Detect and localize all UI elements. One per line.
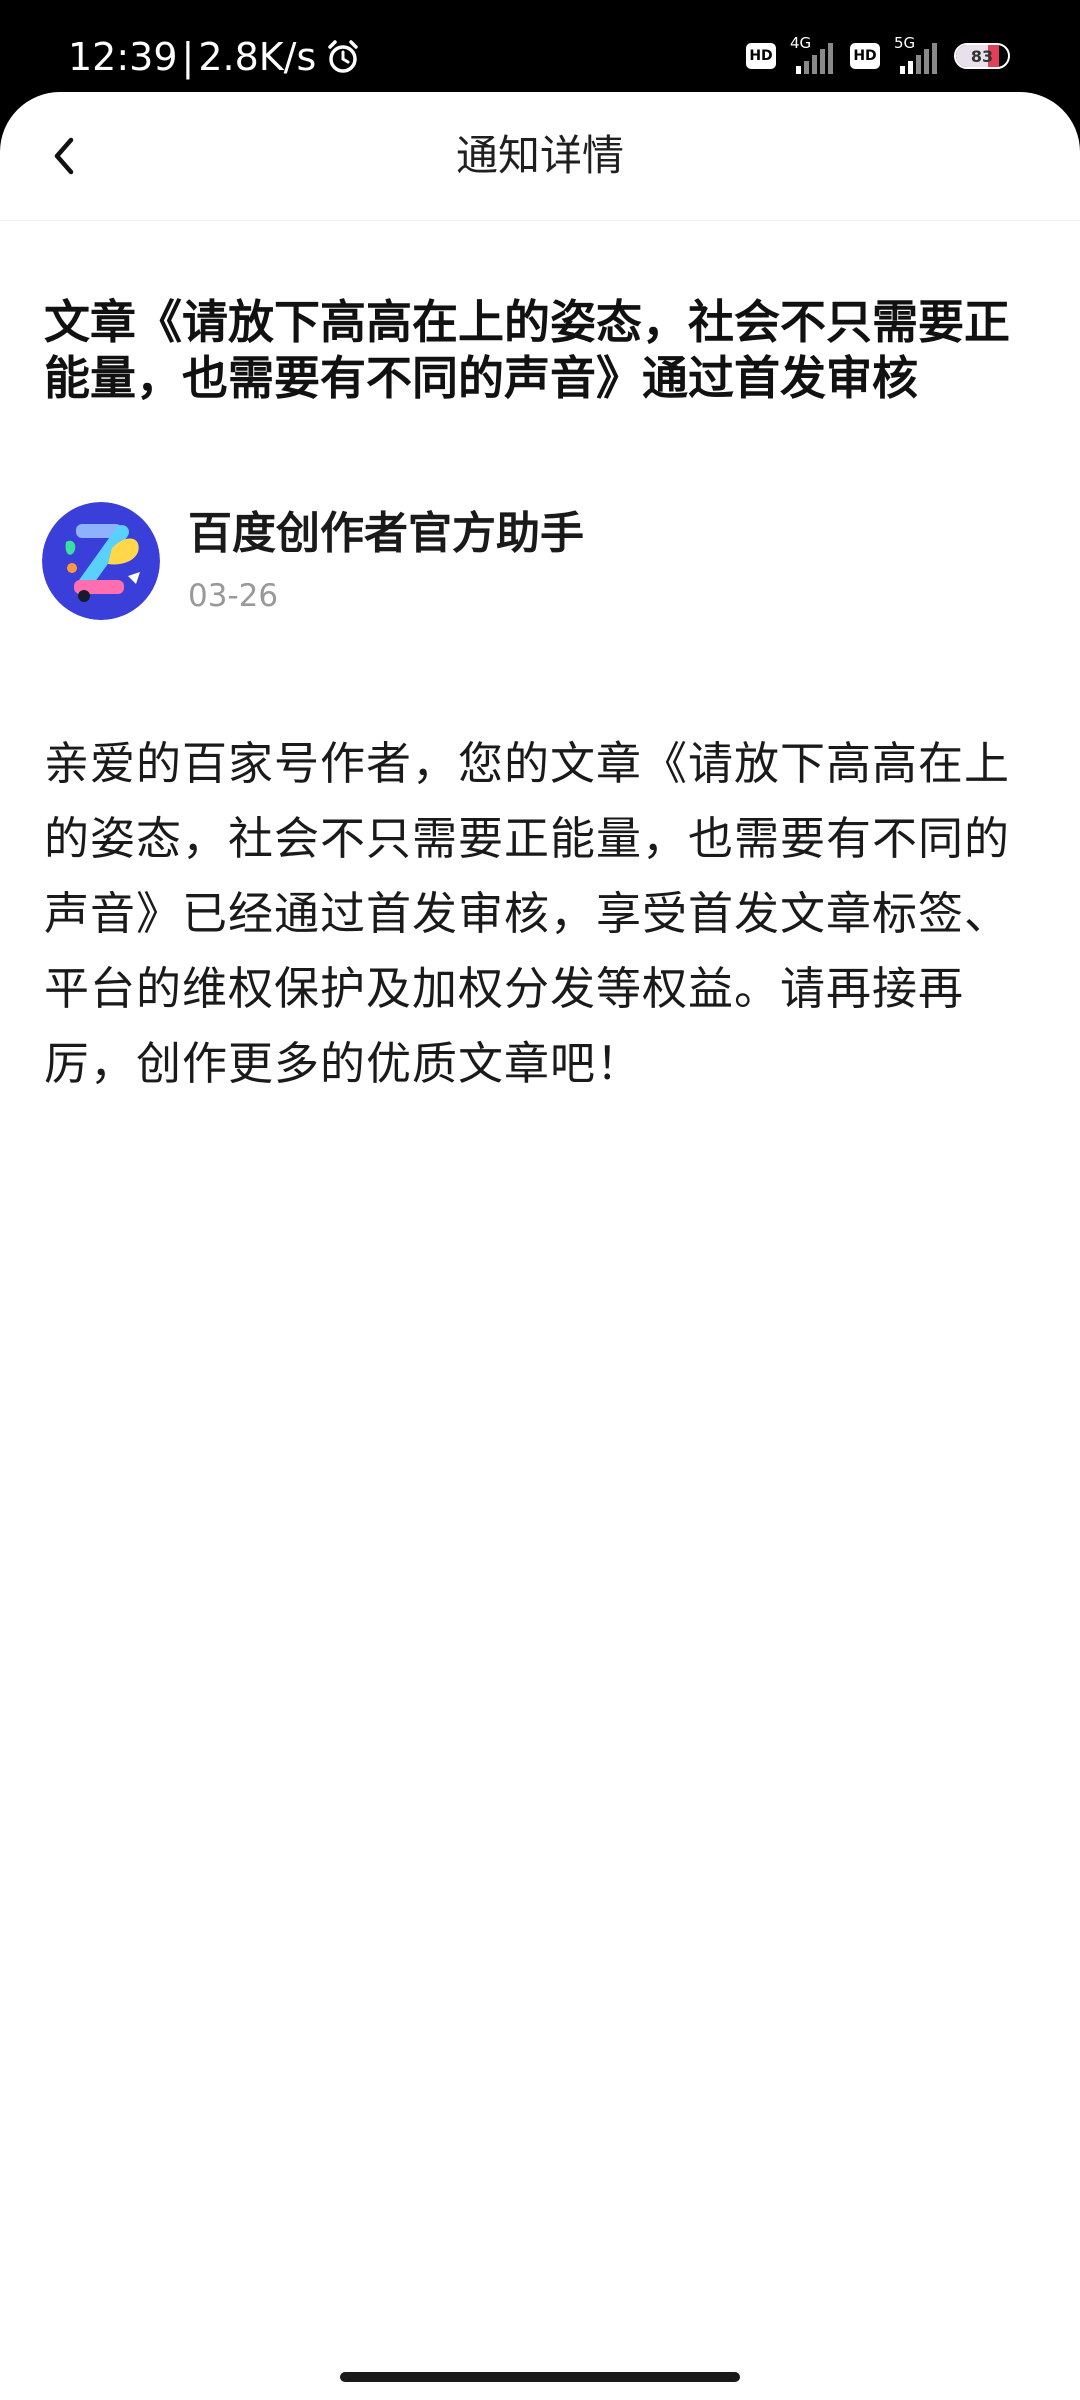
status-left: 12:39 | 2.8K/s — [68, 30, 362, 84]
hd-badge-sim1: HD — [746, 43, 776, 69]
signal-sim2: 5G — [894, 34, 940, 76]
notification-title: 文章《请放下高高在上的姿态，社会不只需要正能量，也需要有不同的声音》通过首发审核 — [44, 295, 1010, 405]
status-bar: 12:39 | 2.8K/s HD 4G HD 5G 83 — [0, 0, 1080, 92]
author-section: 百度创作者官方助手 03-26 — [42, 502, 584, 620]
status-time: 12:39 — [68, 35, 178, 79]
signal-bars-icon — [796, 43, 833, 74]
author-name: 百度创作者官方助手 — [188, 508, 584, 559]
signal-bars-icon — [900, 43, 937, 74]
post-date: 03-26 — [188, 578, 279, 614]
page-title: 通知详情 — [455, 131, 624, 180]
avatar[interactable] — [42, 502, 160, 620]
nav-bar: 通知详情 — [0, 92, 1080, 221]
signal-sim1: 4G — [790, 34, 836, 76]
notification-detail-page: 通知详情 文章《请放下高高在上的姿态，社会不只需要正能量，也需要有不同的声音》通… — [0, 92, 1080, 2400]
author-info: 百度创作者官方助手 03-26 — [188, 504, 584, 618]
hd-badge-sim2: HD — [850, 43, 880, 69]
status-right: HD 4G HD 5G 83 — [746, 34, 1010, 76]
notification-body: 亲爱的百家号作者，您的文章《请放下高高在上的姿态，社会不只需要正能量，也需要有不… — [44, 737, 1011, 1090]
status-separator: | — [181, 35, 195, 79]
status-net-speed: 2.8K/s — [198, 35, 317, 79]
screen: 12:39 | 2.8K/s HD 4G HD 5G 83 通知详情 文章《请放… — [0, 0, 1080, 2400]
alarm-icon — [328, 40, 359, 73]
battery-level: 83 — [970, 46, 994, 66]
baidu-creator-logo-icon — [42, 502, 160, 620]
home-indicator[interactable] — [340, 2372, 740, 2382]
battery-icon: 83 — [954, 43, 1010, 69]
